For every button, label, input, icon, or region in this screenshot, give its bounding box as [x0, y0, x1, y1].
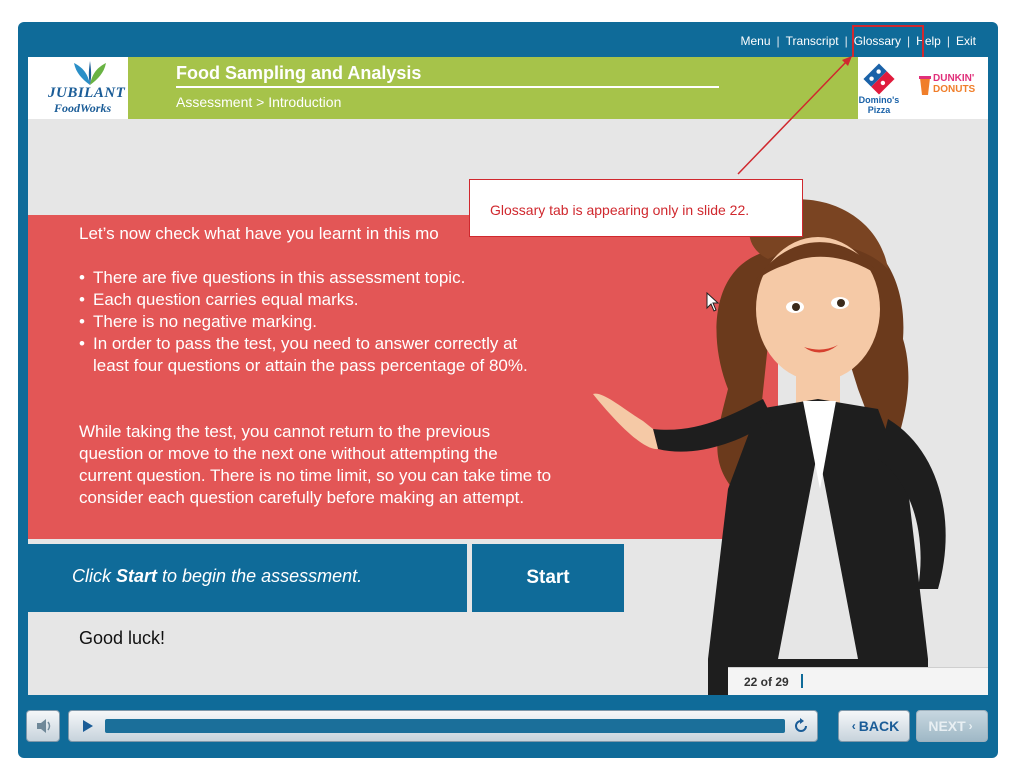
jubilant-foodworks-logo: JUBILANT FoodWorks: [42, 61, 132, 117]
dunkin-logo-text: DUNKIN': [933, 73, 975, 84]
slide-counter-text: 22 of 29: [744, 675, 789, 689]
jubilant-logo-text: JUBILANT: [48, 85, 126, 101]
intro-text: Let’s now check what have you learnt in …: [79, 224, 439, 243]
annotation-callout-text: Glossary tab is appearing only in slide …: [490, 202, 750, 218]
cta-suffix: to begin the assessment.: [157, 566, 363, 586]
chevron-right-icon: ›: [968, 719, 973, 733]
foodworks-logo-text: FoodWorks: [54, 101, 112, 115]
cta-bold: Start: [116, 566, 158, 586]
play-icon[interactable]: [77, 716, 97, 736]
speaker-icon: [37, 719, 51, 733]
next-button[interactable]: NEXT ›: [916, 710, 988, 742]
back-button[interactable]: ‹ BACK: [838, 710, 910, 742]
slide-counter-divider: [801, 674, 803, 688]
dunkin-donuts-logo: DUNKIN' DONUTS: [918, 71, 980, 101]
cta-prefix: Click: [72, 566, 116, 586]
dunkin-cup-icon: [919, 76, 931, 95]
pizza-logo-text: Pizza: [867, 105, 891, 115]
chevron-left-icon: ‹: [851, 719, 856, 733]
list-item: There are five questions in this assessm…: [79, 267, 549, 289]
breadcrumb: Assessment > Introduction: [176, 94, 342, 110]
good-luck-text: Good luck!: [79, 628, 166, 648]
list-item: Each question carries equal marks.: [79, 289, 549, 311]
slide-counter: 22 of 29: [728, 667, 988, 695]
list-item: There is no negative marking.: [79, 311, 549, 333]
course-player-frame: Menu | Transcript | Glossary | Help | Ex…: [18, 22, 998, 758]
course-title: Food Sampling and Analysis: [176, 63, 422, 83]
list-item: In order to pass the test, you need to a…: [79, 333, 549, 377]
back-label: BACK: [858, 718, 900, 734]
nav-transcript-link[interactable]: Transcript: [780, 34, 845, 48]
volume-button[interactable]: [26, 710, 60, 742]
instructions-paragraph: While taking the test, you cannot return…: [79, 422, 552, 507]
dominos-tile-icon: [863, 63, 895, 95]
donuts-logo-text: DONUTS: [933, 84, 976, 95]
replay-icon[interactable]: [791, 716, 811, 736]
glossary-highlight-box: [852, 25, 924, 59]
progress-track[interactable]: [105, 719, 785, 733]
next-label: NEXT: [928, 718, 966, 734]
dominos-logo-text: Domino's: [858, 95, 900, 105]
playback-bar: [68, 710, 818, 742]
dominos-pizza-logo: Domino's Pizza: [854, 61, 904, 117]
nav-exit-link[interactable]: Exit: [950, 34, 982, 48]
assessment-rules-list: There are five questions in this assessm…: [79, 267, 549, 377]
jubilant-leaf-icon: [74, 61, 106, 85]
course-header: JUBILANT FoodWorks Food Sampling and Ana…: [28, 57, 988, 119]
annotation-callout: Glossary tab is appearing only in slide …: [469, 179, 803, 237]
player-controls: ‹ BACK NEXT ›: [18, 702, 998, 752]
mouse-pointer-icon: [706, 292, 720, 312]
title-divider: [176, 86, 719, 88]
presenter-character-illustration: [593, 199, 946, 695]
nav-menu-link[interactable]: Menu: [735, 34, 777, 48]
cta-text: Click Start to begin the assessment.: [72, 566, 362, 587]
slide-stage: JUBILANT FoodWorks Food Sampling and Ana…: [28, 57, 988, 695]
